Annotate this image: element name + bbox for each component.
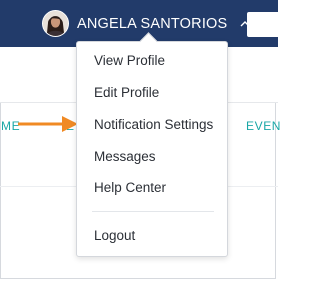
- search-input[interactable]: [247, 12, 287, 37]
- avatar: [42, 10, 69, 37]
- arrow-right-icon: [18, 116, 78, 132]
- menu-item-notification-settings[interactable]: Notification Settings: [94, 117, 213, 132]
- menu-divider: [92, 211, 214, 212]
- user-avatar-photo-icon: [43, 11, 68, 36]
- nav-link-events[interactable]: EVEN: [246, 119, 281, 133]
- menu-item-edit-profile[interactable]: Edit Profile: [94, 85, 159, 100]
- user-name: ANGELA SANTORIOS: [77, 15, 228, 32]
- menu-item-help-center[interactable]: Help Center: [94, 180, 166, 195]
- menu-item-logout[interactable]: Logout: [94, 228, 135, 243]
- user-dropdown-menu: View Profile Edit Profile Notification S…: [76, 32, 228, 257]
- menu-item-messages[interactable]: Messages: [94, 149, 156, 164]
- menu-item-view-profile[interactable]: View Profile: [94, 53, 165, 68]
